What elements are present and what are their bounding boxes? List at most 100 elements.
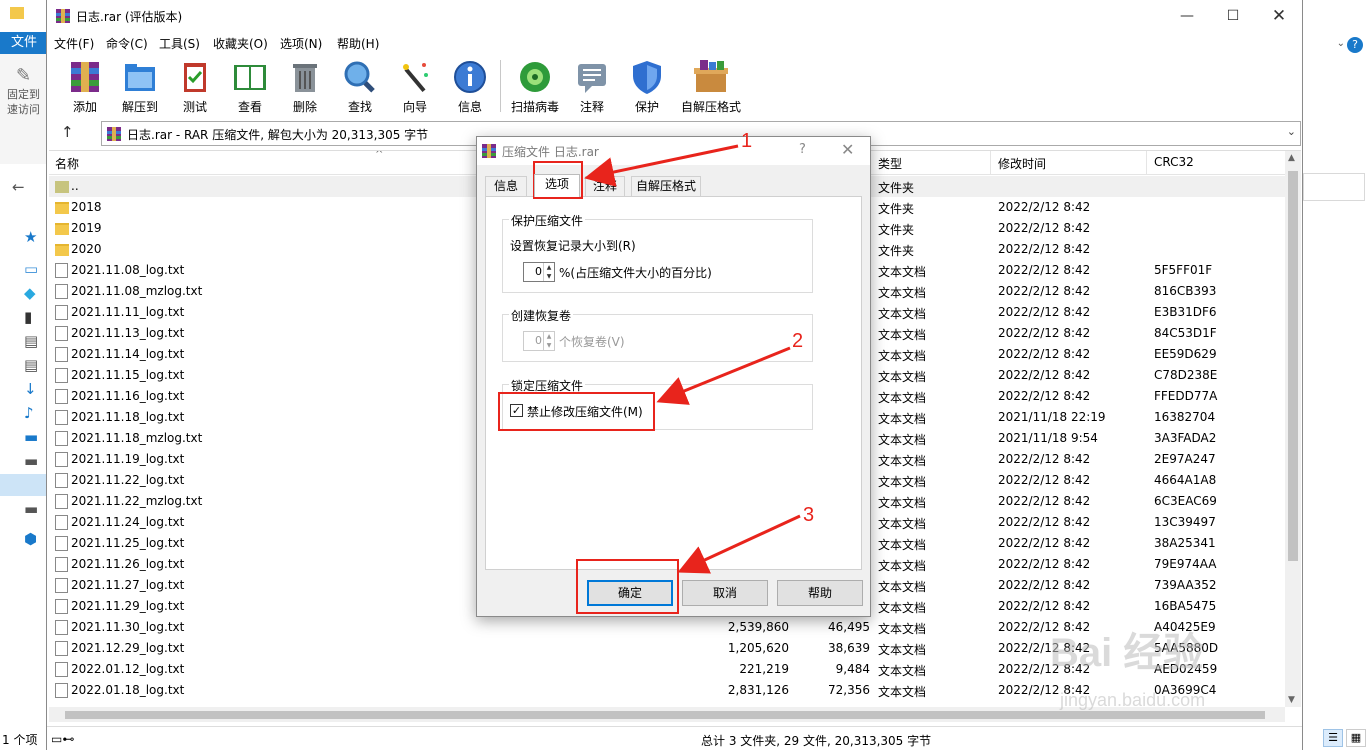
drive-key-icon[interactable]: ▭⊷ — [51, 732, 74, 746]
file-size: 2,831,126 — [727, 683, 789, 697]
tab-info[interactable]: 信息 — [485, 176, 527, 196]
column-divider[interactable] — [990, 151, 991, 175]
menu-file[interactable]: 文件(F) — [54, 35, 94, 52]
toolbar-test-button[interactable]: 测试 — [166, 58, 224, 115]
chevron-down-icon[interactable]: ⌄ — [1337, 38, 1345, 49]
column-divider[interactable] — [1146, 151, 1147, 175]
drive-icon[interactable]: ▬ — [24, 452, 38, 470]
toolbar-scan-button[interactable]: 扫描病毒 — [506, 58, 564, 115]
file-modified: 2022/2/12 8:42 — [998, 221, 1091, 235]
toolbar-protect-button[interactable]: 保护 — [618, 58, 676, 115]
documents-icon[interactable]: ▤ — [24, 356, 38, 374]
videos-icon[interactable]: ▮ — [24, 308, 32, 326]
recovery-record-label: 设置恢复记录大小到(R) — [510, 239, 636, 253]
rar-archive-icon — [482, 144, 496, 158]
menu-options[interactable]: 选项(N) — [280, 35, 322, 52]
tab-options[interactable]: 选项 — [534, 174, 580, 197]
nav-selected-drive[interactable] — [0, 474, 48, 496]
tiles-view-icon[interactable]: ▦ — [1346, 729, 1366, 747]
file-modified: 2022/2/12 8:42 — [998, 473, 1091, 487]
column-modified[interactable]: 修改时间 — [998, 155, 1046, 172]
back-arrow-icon[interactable]: ← — [12, 178, 25, 196]
recovery-record-stepper[interactable]: 0 ▲ ▼ — [523, 262, 555, 282]
pin-to-quick-access[interactable]: ✎ 固定到 速访问 — [0, 54, 48, 164]
sort-ascending-icon: ^ — [375, 150, 384, 160]
file-crc: EE59D629 — [1154, 347, 1217, 361]
toolbar-sfx-button[interactable]: 自解压格式 — [677, 58, 745, 115]
details-view-icon[interactable]: ☰ — [1323, 729, 1343, 747]
file-modified: 2022/2/12 8:42 — [998, 263, 1091, 277]
minimize-icon[interactable]: — — [1164, 0, 1210, 32]
menu-favorites[interactable]: 收藏夹(O) — [213, 35, 268, 52]
file-type: 文本文档 — [878, 517, 927, 531]
toolbar-find-button[interactable]: 查找 — [331, 58, 389, 115]
text-file-icon — [55, 599, 68, 614]
pictures-icon[interactable]: ▤ — [24, 332, 38, 350]
file-modified: 2021/11/18 22:19 — [998, 410, 1106, 424]
music-icon[interactable]: ♪ — [24, 404, 34, 422]
toolbar-delete-button[interactable]: 删除 — [276, 58, 334, 115]
toolbar-info-button[interactable]: 信息 — [441, 58, 499, 115]
3d-objects-icon[interactable]: ◆ — [24, 284, 36, 302]
toolbar-extract-button[interactable]: 解压到 — [111, 58, 169, 115]
winrar-status-bar: ▭⊷ 总计 3 文件夹, 29 文件, 20,313,305 字节 — [47, 726, 1302, 750]
downloads-icon[interactable]: ↓ — [24, 380, 37, 398]
toolbar-add-button[interactable]: 添加 — [56, 58, 114, 115]
vertical-scroll-thumb[interactable] — [1288, 171, 1298, 561]
network-icon[interactable]: ⬢ — [24, 530, 37, 548]
drive-icon[interactable]: ▬ — [24, 500, 38, 518]
file-crc: 6C3EAC69 — [1154, 494, 1217, 508]
file-crc: 739AA352 — [1154, 578, 1217, 592]
column-name[interactable]: 名称 — [55, 155, 79, 172]
maximize-icon[interactable]: ☐ — [1210, 0, 1256, 32]
chevron-down-icon[interactable]: ⌄ — [1287, 125, 1296, 138]
folder-icon — [55, 202, 69, 214]
stepper-arrows-icon: ▲ ▼ — [543, 332, 554, 350]
file-name: 2019 — [71, 221, 102, 235]
info-icon — [451, 58, 489, 96]
quick-access-star-icon[interactable]: ★ — [24, 228, 37, 246]
this-pc-icon[interactable]: ▭ — [24, 260, 38, 278]
toolbar-wizard-button[interactable]: 向导 — [386, 58, 444, 115]
extract-folder-icon — [121, 58, 159, 96]
file-name: 2021.11.19_log.txt — [71, 452, 185, 466]
view-book-icon — [231, 58, 269, 96]
column-type[interactable]: 类型 — [878, 155, 902, 172]
tab-comment[interactable]: 注释 — [585, 176, 625, 196]
cancel-button[interactable]: 取消 — [682, 580, 768, 606]
help-icon[interactable]: ? — [799, 142, 806, 157]
text-file-icon — [55, 536, 68, 551]
text-file-icon — [55, 620, 68, 635]
toolbar-view-button[interactable]: 查看 — [221, 58, 279, 115]
tab-sfx[interactable]: 自解压格式 — [631, 176, 701, 196]
column-crc32[interactable]: CRC32 — [1154, 155, 1194, 169]
stepper-arrows-icon[interactable]: ▲ ▼ — [543, 263, 554, 281]
close-icon[interactable]: ✕ — [841, 140, 854, 159]
file-type: 文本文档 — [878, 580, 927, 594]
text-file-icon — [55, 641, 68, 656]
explorer-search-input[interactable] — [1303, 173, 1365, 201]
comment-icon — [573, 58, 611, 96]
annotation-number-1: 1 — [741, 130, 753, 152]
explorer-file-tab[interactable]: 文件 — [0, 32, 48, 54]
file-type: 文本文档 — [878, 475, 927, 489]
watermark-logo: Bai 经验 — [1050, 631, 1204, 675]
scroll-up-icon[interactable]: ▲ — [1288, 153, 1295, 163]
folder-icon — [10, 7, 24, 19]
help-icon[interactable]: ? — [1347, 37, 1363, 53]
file-name: 2020 — [71, 242, 102, 256]
pin-label: 固定到 速访问 — [7, 88, 40, 116]
menu-tools[interactable]: 工具(S) — [159, 35, 200, 52]
file-name: 2021.11.22_mzlog.txt — [71, 494, 203, 508]
close-icon[interactable]: ✕ — [1256, 0, 1302, 32]
file-type: 文本文档 — [878, 286, 927, 300]
menu-commands[interactable]: 命令(C) — [106, 35, 148, 52]
help-button[interactable]: 帮助 — [777, 580, 863, 606]
file-modified: 2022/2/12 8:42 — [998, 452, 1091, 466]
desktop-icon[interactable]: ▬ — [24, 428, 38, 446]
up-arrow-icon[interactable]: ↑ — [61, 123, 74, 141]
file-modified: 2022/2/12 8:42 — [998, 536, 1091, 550]
file-name: 2021.11.13_log.txt — [71, 326, 185, 340]
toolbar-comment-button[interactable]: 注释 — [563, 58, 621, 115]
menu-help[interactable]: 帮助(H) — [337, 35, 379, 52]
